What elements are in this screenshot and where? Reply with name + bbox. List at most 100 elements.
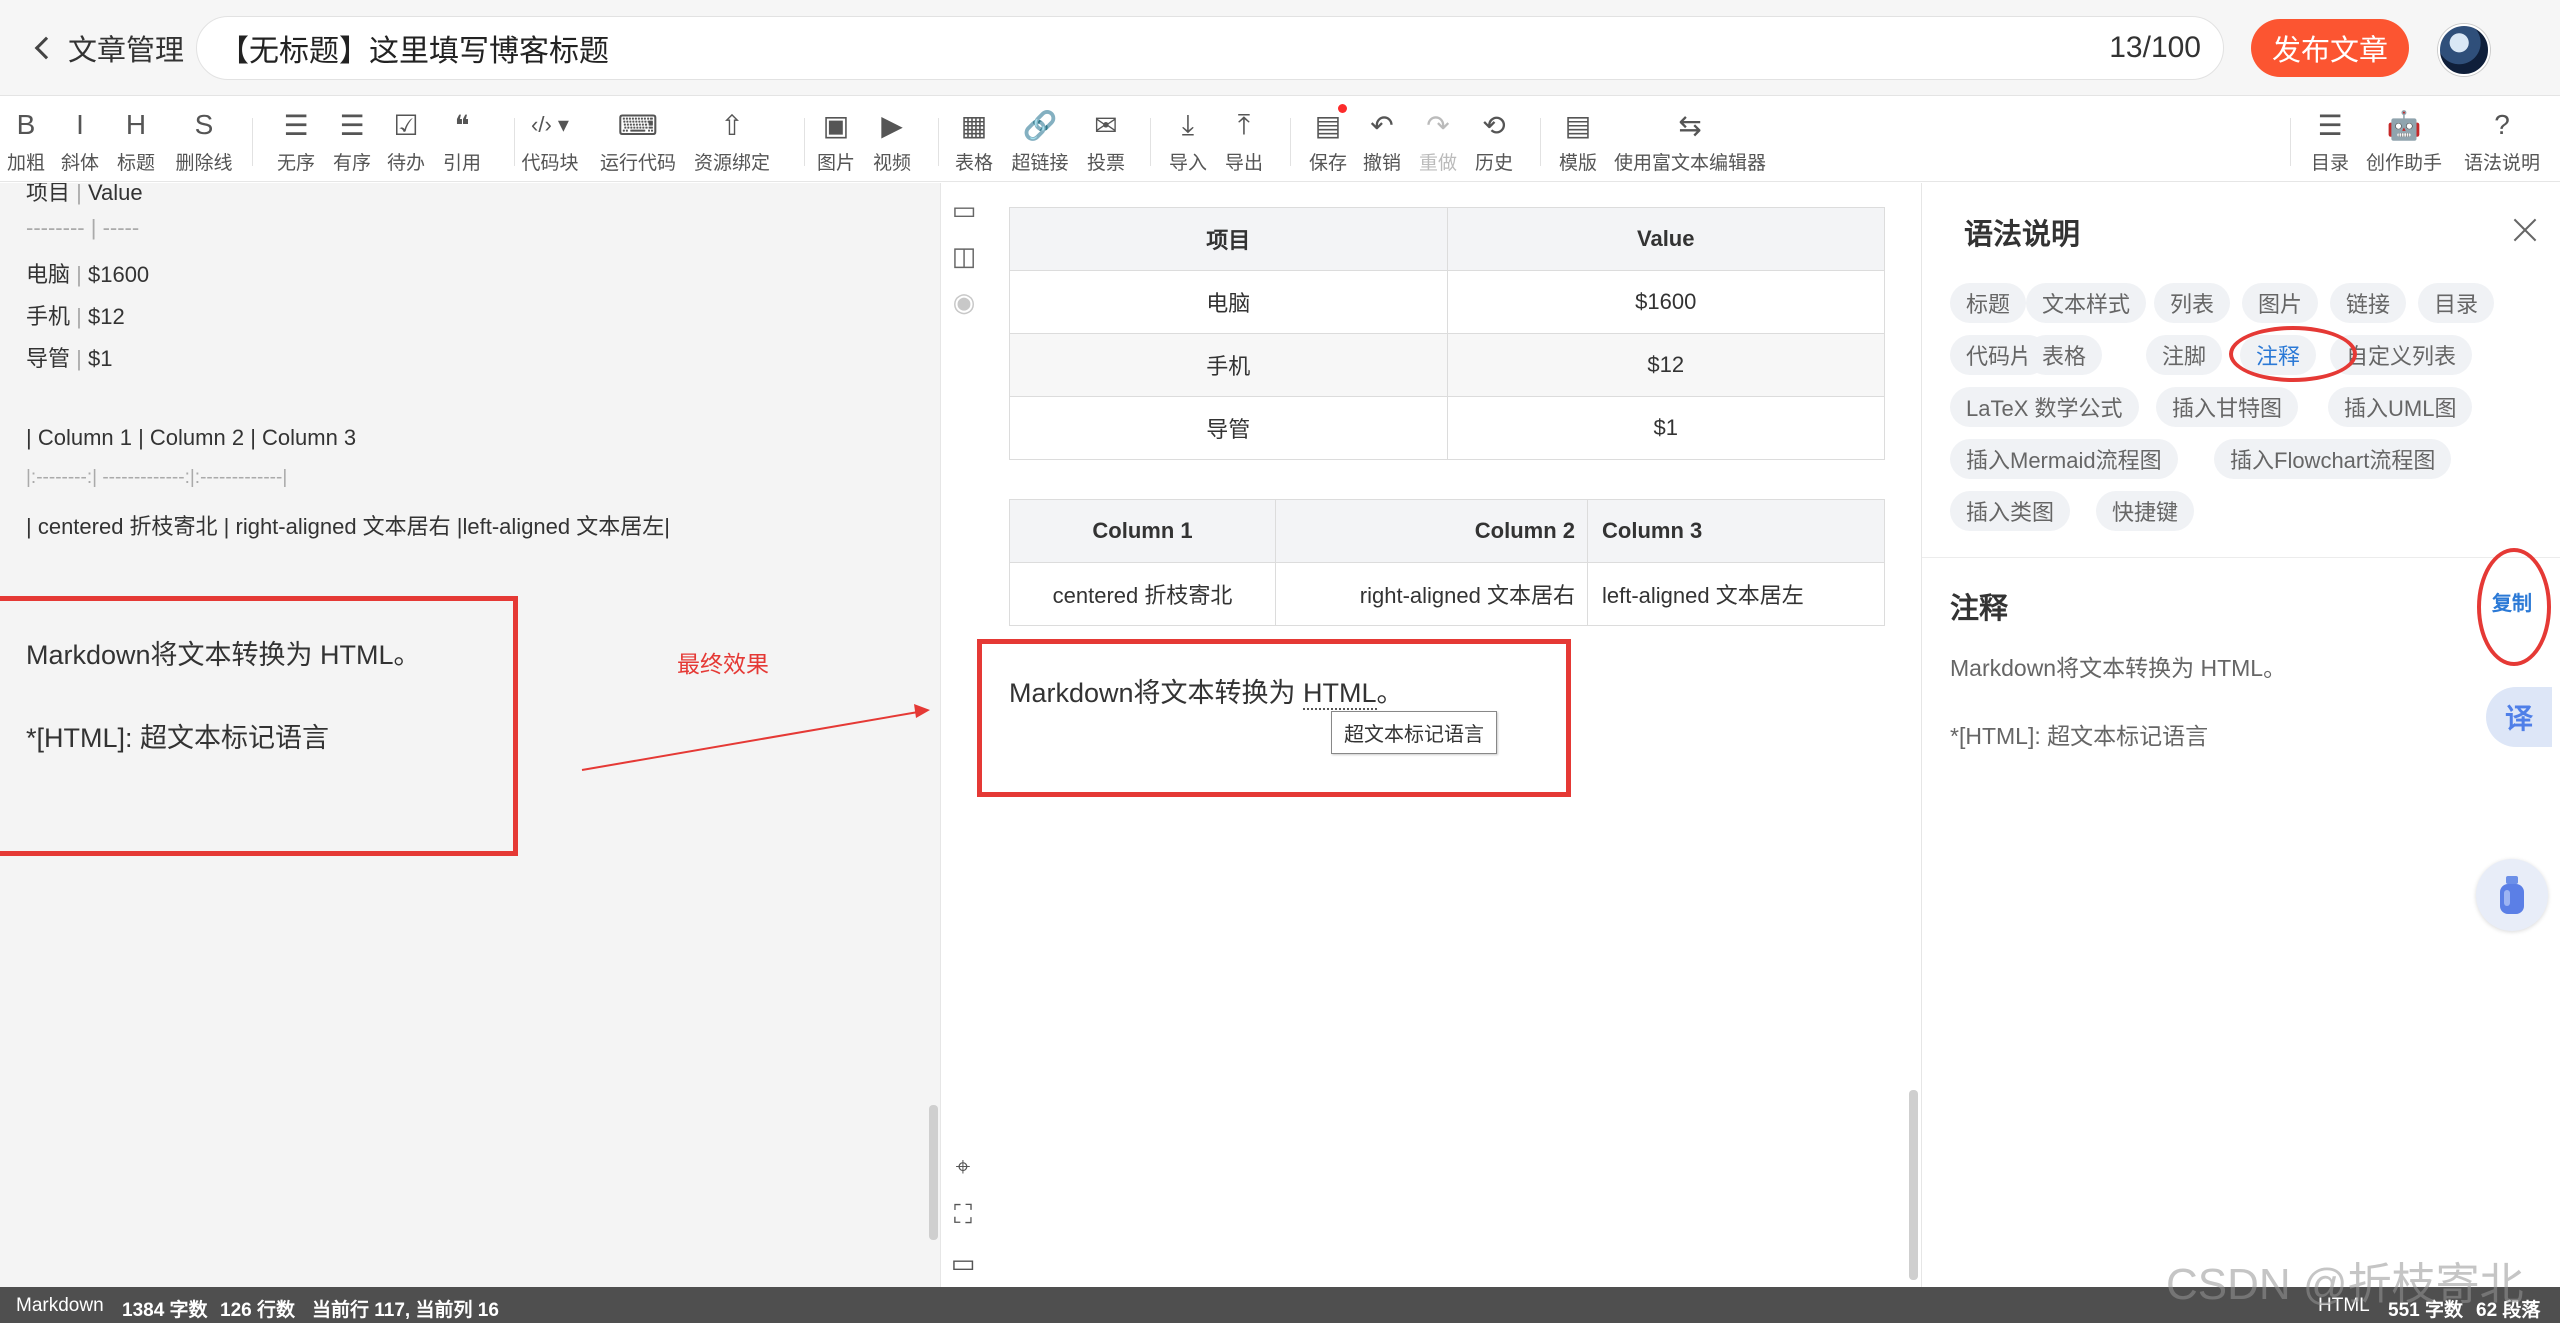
split-mode-icon[interactable]: ◫	[949, 241, 979, 271]
translate-label: 译	[2504, 703, 2533, 734]
toolbar-template-button[interactable]: ▤ 模版	[1559, 108, 1597, 175]
toolbar-label: 视频	[872, 153, 912, 174]
display-icon[interactable]: ▭	[948, 1248, 978, 1278]
editor-line: 导管 | $1	[26, 346, 113, 371]
undo-icon: ↶	[1370, 109, 1394, 141]
markdown-preview: ▭ ◫ ◉ 项目 Value 电脑 $1600 手机 $12 导管 $1 Col…	[940, 183, 1922, 1287]
help-chip[interactable]: 插入甘特图	[2156, 387, 2299, 427]
toolbar-save-button[interactable]: ▤ 保存	[1308, 104, 1348, 175]
toolbar-code-block-button[interactable]: ‹/› ▾ 代码块	[521, 108, 578, 175]
code-block-icon: ‹/› ▾	[531, 112, 569, 137]
rich-text-switch-icon: ⇆	[1678, 109, 1702, 141]
help-chip[interactable]: 表格	[2026, 335, 2103, 375]
table-cell: left-aligned 文本居左	[1587, 562, 1885, 626]
toolbar-todo-list-button[interactable]: ☑ 待办	[387, 108, 425, 175]
toolbar-rich-text-switch-button[interactable]: ⇆ 使用富文本编辑器	[1614, 108, 1766, 175]
abbr-tooltip: 超文本标记语言	[1331, 711, 1497, 754]
toolbar-label: 删除线	[175, 153, 233, 174]
help-chip[interactable]: 快捷键	[2096, 491, 2195, 531]
toolbar-export-button[interactable]: ⤒ 导出	[1225, 108, 1263, 175]
toolbar-label: 模版	[1558, 153, 1598, 174]
toolbar-history-button[interactable]: ⟲ 历史	[1475, 108, 1513, 175]
toolbar-separator	[2290, 118, 2291, 166]
help-chip[interactable]: 插入Flowchart流程图	[2214, 439, 2452, 479]
help-chip[interactable]: 目录	[2418, 283, 2495, 323]
abbr-html[interactable]: HTML	[1303, 678, 1377, 710]
preview-scrollbar[interactable]	[1909, 1090, 1918, 1280]
fullscreen-icon[interactable]: ⛶	[948, 1199, 978, 1230]
table-icon: ▦	[960, 109, 988, 141]
toolbar-syntax-help-button[interactable]: ? 语法说明	[2464, 108, 2540, 175]
quote-icon: ❝	[454, 109, 470, 141]
back-to-article-management[interactable]: 文章管理	[34, 28, 184, 68]
preview-eye-icon[interactable]: ◉	[949, 287, 979, 317]
preview-table-alignment: Column 1 Column 2 Column 3 centered 折枝寄北…	[1009, 499, 1885, 626]
toolbar-assistant-button[interactable]: 🤖 创作助手	[2366, 108, 2442, 175]
help-chip[interactable]: 链接	[2330, 283, 2407, 323]
toc-icon: ☰	[2317, 109, 2343, 141]
export-icon: ⤒	[1237, 108, 1251, 140]
toolbar-image-button[interactable]: ▣ 图片	[817, 108, 855, 175]
toolbar-label: 投票	[1086, 153, 1126, 174]
toolbar-redo-button[interactable]: ↷ 重做	[1419, 108, 1457, 175]
help-chip[interactable]: 插入Mermaid流程图	[1950, 439, 2178, 479]
preview-abbr-paragraph: Markdown将文本转换为 HTML。	[1009, 678, 1404, 710]
help-chip[interactable]: 注脚	[2146, 335, 2223, 375]
preview-table-items: 项目 Value 电脑 $1600 手机 $12 导管 $1	[1009, 207, 1885, 460]
help-chip[interactable]: 文本样式	[2026, 283, 2147, 323]
strikethrough-icon: S	[194, 109, 214, 140]
locate-icon[interactable]: ⌖	[948, 1151, 978, 1182]
vote-icon: ✉	[1094, 109, 1118, 141]
table-cell: 电脑	[1009, 270, 1448, 334]
template-icon: ▤	[1564, 109, 1592, 141]
annotation-circle-copy	[2477, 548, 2551, 666]
toolbar-heading-button[interactable]: H 标题	[117, 108, 155, 175]
title-input[interactable]	[219, 31, 2110, 65]
toolbar-import-button[interactable]: ⤓ 导入	[1169, 108, 1207, 175]
toolbar-label: 有序	[332, 153, 372, 174]
help-chip[interactable]: LaTeX 数学公式	[1950, 387, 2139, 427]
editor-line: 手机 | $12	[26, 304, 125, 329]
table-header: Column 1	[1009, 499, 1276, 563]
assistant-float-button[interactable]	[2476, 859, 2548, 931]
translate-button[interactable]: 译	[2486, 687, 2552, 747]
toolbar-quote-button[interactable]: ❝ 引用	[443, 108, 481, 175]
section-title: 注释	[1950, 593, 2009, 625]
table-cell: $1600	[1446, 270, 1885, 334]
publish-button[interactable]: 发布文章	[2251, 19, 2409, 77]
toolbar-toc-button[interactable]: ☰ 目录	[2311, 108, 2349, 175]
help-chip[interactable]: 列表	[2154, 283, 2231, 323]
help-chip[interactable]: 标题	[1950, 283, 2027, 323]
help-chip[interactable]: 图片	[2242, 283, 2319, 323]
top-bar: 文章管理 13/100 发布文章	[0, 0, 2560, 96]
help-chip[interactable]: 插入UML图	[2328, 387, 2473, 427]
toolbar-video-button[interactable]: ▶ 视频	[873, 108, 911, 175]
toolbar-vote-button[interactable]: ✉ 投票	[1087, 108, 1125, 175]
editor-only-mode-icon[interactable]: ▭	[949, 195, 979, 225]
toolbar-strikethrough-button[interactable]: S 删除线	[175, 108, 232, 175]
toolbar-italic-button[interactable]: I 斜体	[61, 108, 99, 175]
toolbar-undo-button[interactable]: ↶ 撤销	[1363, 108, 1401, 175]
close-icon[interactable]	[2508, 213, 2542, 247]
help-chip[interactable]: 插入类图	[1950, 491, 2071, 531]
toolbar-label: 加粗	[6, 153, 46, 174]
annotation-circle-chip	[2229, 326, 2357, 382]
toolbar-run-code-button[interactable]: ⌨ 运行代码	[600, 108, 676, 175]
toolbar-ordered-list-button[interactable]: ☰ 有序	[333, 108, 371, 175]
toolbar-separator	[938, 118, 939, 166]
toolbar-bold-button[interactable]: B 加粗	[7, 108, 45, 175]
toolbar-label: 语法说明	[2463, 153, 2541, 174]
divider	[1922, 557, 2560, 558]
editor-scrollbar[interactable]	[929, 1105, 938, 1240]
toolbar-resource-bind-button[interactable]: ⇧ 资源绑定	[694, 108, 770, 175]
toolbar-label: 保存	[1308, 153, 1348, 174]
table-row: 手机 $12	[1009, 333, 1885, 397]
editor-toolbar: B 加粗 I 斜体 H 标题 S 删除线 ☰ 无序 ☰ 有序 ☑ 待办 ❝ 引用 ‹/› ▾ 代码块 ⌨ 运行代码 ⇧ 资…	[0, 96, 2560, 182]
help-example-line: Markdown将文本转换为 HTML。	[1950, 655, 2287, 681]
toolbar-unordered-list-button[interactable]: ☰ 无序	[277, 108, 315, 175]
toolbar-link-button[interactable]: 🔗 超链接	[1011, 108, 1068, 175]
toolbar-table-button[interactable]: ▦ 表格	[955, 108, 993, 175]
toolbar-label: 创作助手	[2365, 153, 2443, 174]
table-cell: $12	[1446, 333, 1885, 397]
avatar[interactable]	[2438, 24, 2490, 76]
